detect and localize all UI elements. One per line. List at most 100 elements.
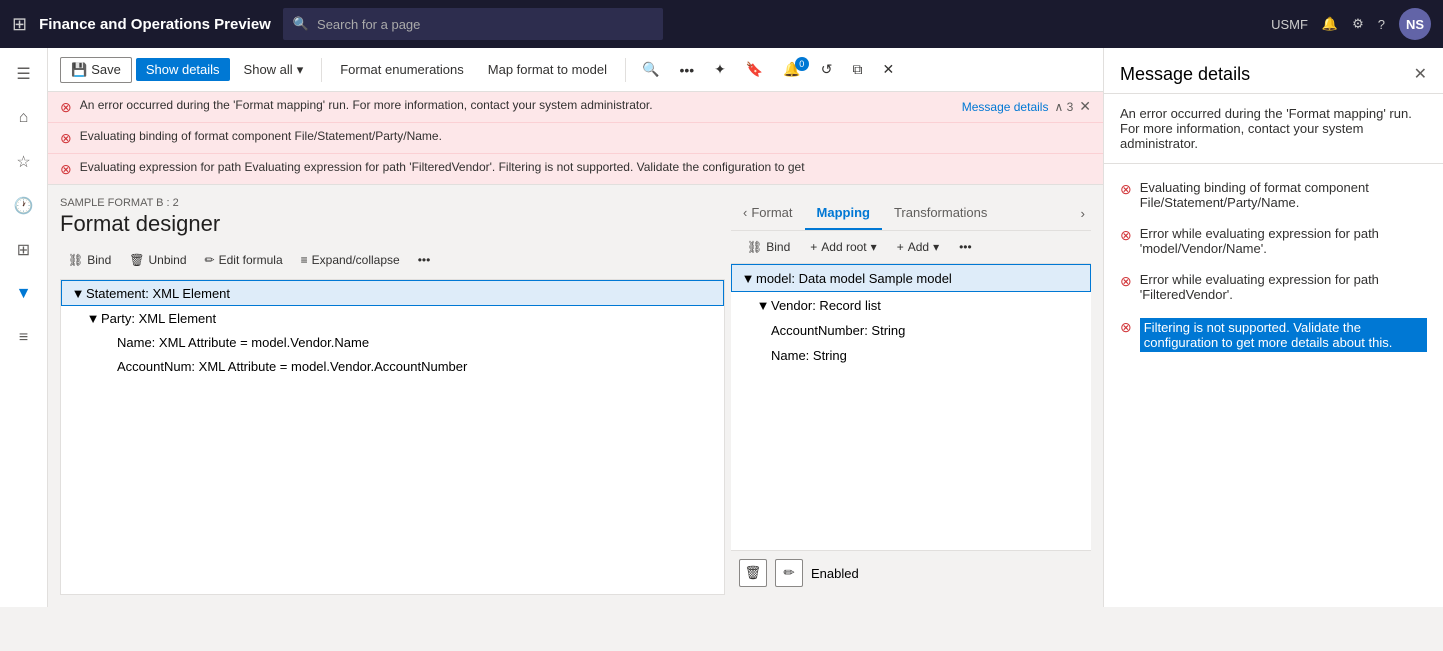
help-icon[interactable]: ? xyxy=(1378,17,1385,32)
tree-item-0[interactable]: ▼ Statement: XML Element xyxy=(61,280,724,306)
tree-label-2: Name: XML Attribute = model.Vendor.Name xyxy=(117,335,369,350)
right-bind-button[interactable]: ⛓ Bind xyxy=(739,237,798,257)
new-window-icon[interactable]: ⧉ xyxy=(845,57,871,82)
more-dt-btn[interactable]: ••• xyxy=(410,249,439,271)
add-button[interactable]: + Add ▾ xyxy=(889,237,947,257)
error-nav: ∧ 3 xyxy=(1054,100,1073,114)
msg-err-icon-0: ⊗ xyxy=(1120,181,1132,198)
search-toolbar-icon[interactable]: 🔍 xyxy=(634,57,667,82)
format-enumerations-button[interactable]: Format enumerations xyxy=(330,58,474,81)
sidebar-calendar[interactable]: ⊞ xyxy=(6,232,42,268)
msg-error-3: ⊗ Filtering is not supported. Validate t… xyxy=(1104,310,1443,360)
error-text-3: Evaluating expression for path Evaluatin… xyxy=(80,160,1091,174)
more-icon[interactable]: ••• xyxy=(671,58,702,82)
sidebar-star[interactable]: ☆ xyxy=(6,144,42,180)
show-details-button[interactable]: Show details xyxy=(136,58,230,81)
sample-label: SAMPLE FORMAT B : 2 xyxy=(60,197,725,209)
message-details-link[interactable]: Message details xyxy=(962,100,1049,114)
unbind-button[interactable]: 🗑 Unbind xyxy=(121,249,194,271)
error-icon-3: ⊗ xyxy=(60,161,72,178)
map-format-button[interactable]: Map format to model xyxy=(478,58,617,81)
msg-err-text-1: Error while evaluating expression for pa… xyxy=(1140,226,1427,256)
rt-label-2: AccountNumber: String xyxy=(771,323,905,338)
msg-err-text-3: Filtering is not supported. Validate the… xyxy=(1140,318,1427,352)
tree-spacer-3 xyxy=(101,358,117,374)
refresh-icon[interactable]: ↺ xyxy=(813,57,841,82)
grid-icon[interactable]: ⊞ xyxy=(12,14,27,35)
topbar-right: USMF 🔔 ⚙ ? NS xyxy=(1271,8,1431,40)
region-label: USMF xyxy=(1271,17,1308,32)
tree-item-1[interactable]: ▼ Party: XML Element xyxy=(61,306,724,330)
link-icon[interactable]: ✦ xyxy=(706,57,734,82)
unbind-icon: 🗑 xyxy=(129,253,144,267)
error-text-2: Evaluating binding of format component F… xyxy=(80,129,1091,143)
rt-label-0: model: Data model Sample model xyxy=(756,271,952,286)
add-root-button[interactable]: + Add root ▾ xyxy=(802,237,884,257)
msg-error-0: ⊗ Evaluating binding of format component… xyxy=(1104,172,1443,218)
tab-format[interactable]: ‹ Format xyxy=(731,197,805,230)
left-tree: ▼ Statement: XML Element ▼ Party: XML El… xyxy=(60,279,725,595)
content-area: 💾 Save Show details Show all ▾ Format en… xyxy=(48,48,1103,607)
tree-item-3[interactable]: AccountNum: XML Attribute = model.Vendor… xyxy=(61,354,724,378)
rt-toggle-1[interactable]: ▼ xyxy=(755,297,771,313)
msg-panel-header: Message details ✕ xyxy=(1104,48,1443,94)
save-button[interactable]: 💾 Save xyxy=(60,57,132,83)
sidebar-list[interactable]: ≡ xyxy=(6,320,42,356)
message-details-panel: Message details ✕ An error occurred duri… xyxy=(1103,48,1443,607)
designer-title: Format designer xyxy=(60,211,725,237)
settings-icon[interactable]: ⚙ xyxy=(1352,16,1364,32)
error-icon-2: ⊗ xyxy=(60,130,72,147)
search-input[interactable] xyxy=(317,17,653,32)
close-toolbar-icon[interactable]: ✕ xyxy=(875,57,903,82)
badge-icon[interactable]: 🔔 0 xyxy=(775,57,808,82)
sidebar-home2[interactable]: ⌂ xyxy=(6,100,42,136)
show-all-button[interactable]: Show all ▾ xyxy=(234,58,314,82)
right-bind-icon: ⛓ xyxy=(747,240,762,254)
tab-mapping[interactable]: Mapping xyxy=(805,197,882,230)
tree-item-2[interactable]: Name: XML Attribute = model.Vendor.Name xyxy=(61,330,724,354)
right-toolbar: ⛓ Bind + Add root ▾ + Add ▾ ••• xyxy=(731,231,1091,264)
notification-icon[interactable]: 🔔 xyxy=(1322,16,1338,32)
app-title: Finance and Operations Preview xyxy=(39,16,271,33)
right-tree: ▼ model: Data model Sample model ▼ Vendo… xyxy=(731,264,1091,550)
tab-transformations[interactable]: Transformations xyxy=(882,197,999,230)
msg-panel-close-button[interactable]: ✕ xyxy=(1414,64,1427,84)
rt-item-1[interactable]: ▼ Vendor: Record list xyxy=(731,292,1091,318)
rt-label-1: Vendor: Record list xyxy=(771,298,881,313)
tree-label-1: Party: XML Element xyxy=(101,311,216,326)
right-more-btn[interactable]: ••• xyxy=(951,237,980,257)
rt-item-0[interactable]: ▼ model: Data model Sample model xyxy=(731,264,1091,292)
user-avatar[interactable]: NS xyxy=(1399,8,1431,40)
tree-toggle-1[interactable]: ▼ xyxy=(85,310,101,326)
sidebar-clock[interactable]: 🕐 xyxy=(6,188,42,224)
error-messages: ⊗ An error occurred during the 'Format m… xyxy=(48,92,1103,185)
edit-button[interactable]: ✏ xyxy=(775,559,803,587)
tree-spacer-2 xyxy=(101,334,117,350)
bookmark-icon[interactable]: 🔖 xyxy=(738,57,771,82)
error-close-1[interactable]: ✕ xyxy=(1079,98,1091,115)
rt-label-3: Name: String xyxy=(771,348,847,363)
msg-err-text-2: Error while evaluating expression for pa… xyxy=(1140,272,1427,302)
chevron-down-icon: ▾ xyxy=(297,62,304,78)
sidebar-filter[interactable]: ▼ xyxy=(6,276,42,312)
bind-button[interactable]: ⛓ Bind xyxy=(60,249,119,271)
edit-formula-button[interactable]: ✏ Edit formula xyxy=(197,249,291,271)
tab-nav-button[interactable]: › xyxy=(1075,202,1091,225)
toolbar-separator-1 xyxy=(321,58,322,82)
msg-err-icon-3: ⊗ xyxy=(1120,319,1132,336)
tree-toggle-0[interactable]: ▼ xyxy=(70,285,86,301)
rt-item-2[interactable]: AccountNumber: String xyxy=(731,318,1091,343)
msg-error-2: ⊗ Error while evaluating expression for … xyxy=(1104,264,1443,310)
toolbar: 💾 Save Show details Show all ▾ Format en… xyxy=(48,48,1103,92)
rt-item-3[interactable]: Name: String xyxy=(731,343,1091,368)
tree-label-3: AccountNum: XML Attribute = model.Vendor… xyxy=(117,359,467,374)
main-layout: ☰ ⌂ ☆ 🕐 ⊞ ▼ ≡ 💾 Save Show details Show a… xyxy=(0,48,1443,607)
search-box[interactable]: 🔍 xyxy=(283,8,663,40)
msg-err-text-0: Evaluating binding of format component F… xyxy=(1140,180,1427,210)
rt-toggle-0[interactable]: ▼ xyxy=(740,270,756,286)
expand-collapse-button[interactable]: ≡ Expand/collapse xyxy=(293,249,408,271)
right-bottom: 🗑 ✏ Enabled xyxy=(731,550,1091,595)
delete-button[interactable]: 🗑 xyxy=(739,559,767,587)
msg-panel-title: Message details xyxy=(1120,64,1250,85)
sidebar-home[interactable]: ☰ xyxy=(6,56,42,92)
